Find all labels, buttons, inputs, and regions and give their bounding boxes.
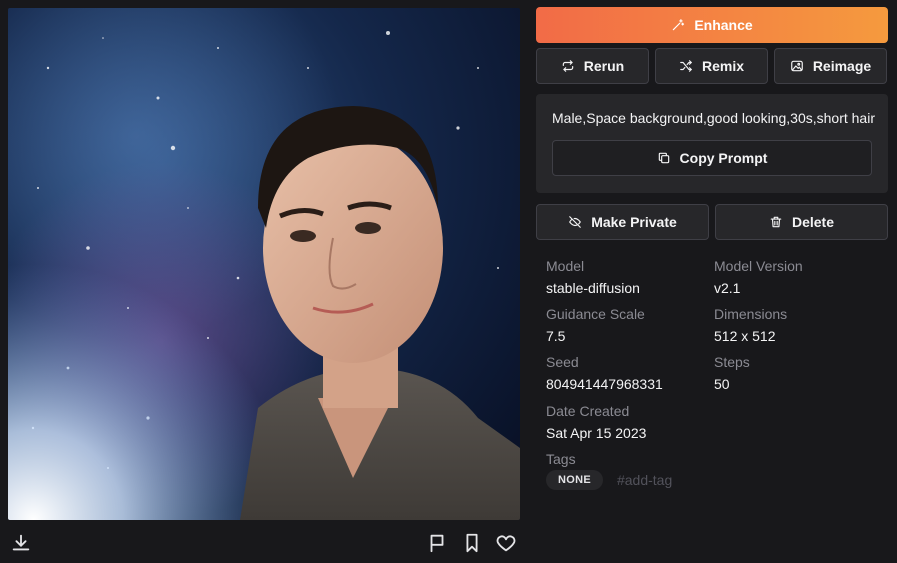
tag-pill[interactable]: NONE <box>546 470 603 490</box>
detail-steps: Steps 50 <box>714 352 750 395</box>
copy-prompt-label: Copy Prompt <box>679 150 768 166</box>
visibility-actions: Make Private Delete <box>536 204 888 240</box>
shuffle-icon <box>680 60 692 72</box>
detail-dimensions: Dimensions 512 x 512 <box>714 304 787 347</box>
delete-button[interactable]: Delete <box>715 204 888 240</box>
make-private-button[interactable]: Make Private <box>536 204 709 240</box>
trash-icon <box>770 216 782 228</box>
repeat-icon <box>562 60 574 72</box>
image-details: Model stable-diffusion Model Version v2.… <box>536 256 888 516</box>
detail-value: 804941447968331 <box>546 376 663 392</box>
flag-icon[interactable] <box>424 530 450 556</box>
detail-label: Tags <box>546 451 576 467</box>
detail-value: stable-diffusion <box>546 280 640 296</box>
detail-label: Dimensions <box>714 306 788 322</box>
download-icon[interactable] <box>8 530 34 556</box>
eye-off-icon <box>569 216 582 228</box>
prompt-box: Male,Space background,good looking,30s,s… <box>536 94 888 193</box>
reimage-label: Reimage <box>812 58 872 74</box>
copy-icon <box>658 152 669 164</box>
copy-prompt-button[interactable]: Copy Prompt <box>552 140 872 176</box>
detail-model-version: Model Version v2.1 <box>714 256 803 299</box>
detail-guidance-scale: Guidance Scale 7.5 <box>546 304 645 347</box>
detail-label: Model <box>546 258 585 274</box>
prompt-text: Male,Space background,good looking,30s,s… <box>552 110 875 126</box>
generated-image[interactable] <box>8 8 520 520</box>
portrait-illustration <box>8 8 520 520</box>
image-icon <box>790 60 803 72</box>
control-panel: Enhance Rerun Remix Reimage Male,Space b… <box>536 7 888 516</box>
magic-wand-icon <box>673 19 685 31</box>
detail-tags: Tags <box>546 449 576 469</box>
make-private-label: Make Private <box>591 214 677 230</box>
detail-value: Sat Apr 15 2023 <box>546 425 647 441</box>
heart-icon[interactable] <box>493 530 519 556</box>
detail-label: Date Created <box>546 403 630 419</box>
rerun-label: Rerun <box>583 58 625 74</box>
detail-value: 50 <box>714 376 730 392</box>
add-tag-input[interactable]: #add-tag <box>617 472 672 488</box>
remix-label: Remix <box>701 58 745 74</box>
detail-date-created: Date Created Sat Apr 15 2023 <box>546 401 646 444</box>
tags-row: NONE #add-tag <box>546 470 672 490</box>
enhance-button[interactable]: Enhance <box>536 7 888 43</box>
detail-seed: Seed 804941447968331 <box>546 352 663 395</box>
generation-actions: Rerun Remix Reimage <box>536 48 888 84</box>
detail-label: Seed <box>546 354 579 370</box>
image-actions-bar <box>0 530 528 560</box>
enhance-label: Enhance <box>694 17 753 33</box>
detail-label: Guidance Scale <box>546 306 645 322</box>
bookmark-icon[interactable] <box>459 530 485 556</box>
remix-button[interactable]: Remix <box>655 48 768 84</box>
detail-value: 512 x 512 <box>714 328 776 344</box>
rerun-button[interactable]: Rerun <box>536 48 649 84</box>
detail-label: Steps <box>714 354 750 370</box>
image-detail-view: Enhance Rerun Remix Reimage Male,Space b… <box>0 0 897 563</box>
detail-value: v2.1 <box>714 280 741 296</box>
reimage-button[interactable]: Reimage <box>774 48 887 84</box>
detail-label: Model Version <box>714 258 803 274</box>
delete-label: Delete <box>791 214 835 230</box>
detail-value: 7.5 <box>546 328 566 344</box>
detail-model: Model stable-diffusion <box>546 256 640 299</box>
